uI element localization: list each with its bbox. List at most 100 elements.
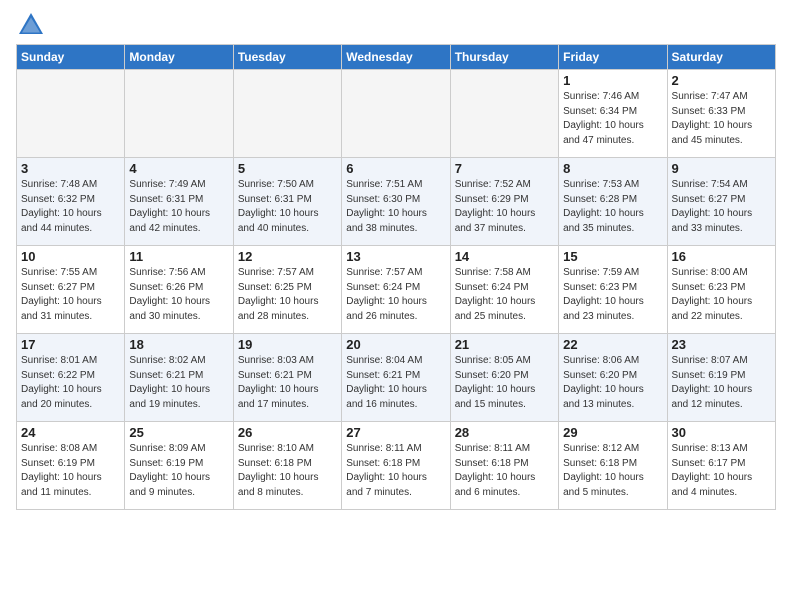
calendar-cell [125,70,233,158]
day-number: 6 [346,161,445,176]
calendar-cell: 7 Sunrise: 7:52 AM Sunset: 6:29 PM Daylig… [450,158,558,246]
calendar-cell: 6Sunrise: 7:51 AM Sunset: 6:30 PM Daylig… [342,158,450,246]
calendar-cell: 5 Sunrise: 7:50 AM Sunset: 6:31 PM Daylig… [233,158,341,246]
day-number: 5 [238,161,337,176]
day-number: 15 [563,249,662,264]
day-number: 24 [21,425,120,440]
calendar-week-row: 24 Sunrise: 8:08 AM Sunset: 6:19 PM Dayli… [17,422,776,510]
calendar-cell: 10Sunrise: 7:55 AM Sunset: 6:27 PM Dayli… [17,246,125,334]
day-number: 20 [346,337,445,352]
calendar-cell: 11 Sunrise: 7:56 AM Sunset: 6:26 PM Dayli… [125,246,233,334]
day-info: Sunrise: 7:48 AM Sunset: 6:32 PM Dayligh… [21,178,120,236]
day-number: 18 [129,337,228,352]
calendar-cell: 25Sunrise: 8:09 AM Sunset: 6:19 PM Dayli… [125,422,233,510]
day-info: Sunrise: 8:11 AM Sunset: 6:18 PM Dayligh… [346,442,445,500]
day-info: Sunrise: 8:08 AM Sunset: 6:19 PM Dayligh… [21,442,120,500]
day-number: 13 [346,249,445,264]
day-info: Sunrise: 8:13 AM Sunset: 6:17 PM Dayligh… [672,442,771,500]
day-number: 23 [672,337,771,352]
calendar-week-row: 3 Sunrise: 7:48 AM Sunset: 6:32 PM Daylig… [17,158,776,246]
calendar-cell: 18Sunrise: 8:02 AM Sunset: 6:21 PM Dayli… [125,334,233,422]
day-info: Sunrise: 8:06 AM Sunset: 6:20 PM Dayligh… [563,354,662,412]
day-info: Sunrise: 7:53 AM Sunset: 6:28 PM Dayligh… [563,178,662,236]
day-info: Sunrise: 7:47 AM Sunset: 6:33 PM Dayligh… [672,90,771,148]
day-info: Sunrise: 7:57 AM Sunset: 6:25 PM Dayligh… [238,266,337,324]
calendar-cell: 12 Sunrise: 7:57 AM Sunset: 6:25 PM Dayli… [233,246,341,334]
calendar-cell: 20 Sunrise: 8:04 AM Sunset: 6:21 PM Dayli… [342,334,450,422]
calendar-cell: 24 Sunrise: 8:08 AM Sunset: 6:19 PM Dayli… [17,422,125,510]
calendar-cell: 8 Sunrise: 7:53 AM Sunset: 6:28 PM Daylig… [559,158,667,246]
logo-icon [16,10,46,40]
page: SundayMondayTuesdayWednesdayThursdayFrid… [0,0,792,526]
calendar-body: 1 Sunrise: 7:46 AM Sunset: 6:34 PM Daylig… [17,70,776,510]
day-info: Sunrise: 7:52 AM Sunset: 6:29 PM Dayligh… [455,178,554,236]
day-info: Sunrise: 7:49 AM Sunset: 6:31 PM Dayligh… [129,178,228,236]
calendar-cell: 19Sunrise: 8:03 AM Sunset: 6:21 PM Dayli… [233,334,341,422]
calendar-cell: 15 Sunrise: 7:59 AM Sunset: 6:23 PM Dayli… [559,246,667,334]
calendar-cell [342,70,450,158]
day-info: Sunrise: 8:10 AM Sunset: 6:18 PM Dayligh… [238,442,337,500]
day-number: 4 [129,161,228,176]
calendar-cell: 4 Sunrise: 7:49 AM Sunset: 6:31 PM Daylig… [125,158,233,246]
day-number: 12 [238,249,337,264]
day-number: 29 [563,425,662,440]
day-info: Sunrise: 8:04 AM Sunset: 6:21 PM Dayligh… [346,354,445,412]
day-number: 26 [238,425,337,440]
day-number: 1 [563,73,662,88]
calendar-cell: 26 Sunrise: 8:10 AM Sunset: 6:18 PM Dayli… [233,422,341,510]
calendar-header-row: SundayMondayTuesdayWednesdayThursdayFrid… [17,45,776,70]
weekday-header: Monday [125,45,233,70]
calendar-cell: 22 Sunrise: 8:06 AM Sunset: 6:20 PM Dayli… [559,334,667,422]
calendar-cell: 23 Sunrise: 8:07 AM Sunset: 6:19 PM Dayli… [667,334,775,422]
day-number: 16 [672,249,771,264]
day-info: Sunrise: 8:03 AM Sunset: 6:21 PM Dayligh… [238,354,337,412]
calendar-cell: 13 Sunrise: 7:57 AM Sunset: 6:24 PM Dayli… [342,246,450,334]
day-number: 3 [21,161,120,176]
day-info: Sunrise: 7:58 AM Sunset: 6:24 PM Dayligh… [455,266,554,324]
day-number: 11 [129,249,228,264]
logo [16,10,50,40]
day-number: 17 [21,337,120,352]
calendar-cell: 1 Sunrise: 7:46 AM Sunset: 6:34 PM Daylig… [559,70,667,158]
calendar-cell: 9Sunrise: 7:54 AM Sunset: 6:27 PM Daylig… [667,158,775,246]
day-number: 14 [455,249,554,264]
header [16,10,776,40]
calendar-week-row: 17 Sunrise: 8:01 AM Sunset: 6:22 PM Dayli… [17,334,776,422]
day-number: 21 [455,337,554,352]
day-info: Sunrise: 7:59 AM Sunset: 6:23 PM Dayligh… [563,266,662,324]
calendar-cell: 28Sunrise: 8:11 AM Sunset: 6:18 PM Dayli… [450,422,558,510]
calendar-cell: 27 Sunrise: 8:11 AM Sunset: 6:18 PM Dayli… [342,422,450,510]
day-info: Sunrise: 7:50 AM Sunset: 6:31 PM Dayligh… [238,178,337,236]
calendar-cell: 3 Sunrise: 7:48 AM Sunset: 6:32 PM Daylig… [17,158,125,246]
calendar-week-row: 10Sunrise: 7:55 AM Sunset: 6:27 PM Dayli… [17,246,776,334]
calendar: SundayMondayTuesdayWednesdayThursdayFrid… [16,44,776,510]
day-info: Sunrise: 7:54 AM Sunset: 6:27 PM Dayligh… [672,178,771,236]
day-info: Sunrise: 8:07 AM Sunset: 6:19 PM Dayligh… [672,354,771,412]
calendar-cell [233,70,341,158]
day-info: Sunrise: 8:00 AM Sunset: 6:23 PM Dayligh… [672,266,771,324]
day-info: Sunrise: 8:05 AM Sunset: 6:20 PM Dayligh… [455,354,554,412]
day-info: Sunrise: 7:46 AM Sunset: 6:34 PM Dayligh… [563,90,662,148]
day-info: Sunrise: 8:09 AM Sunset: 6:19 PM Dayligh… [129,442,228,500]
calendar-week-row: 1 Sunrise: 7:46 AM Sunset: 6:34 PM Daylig… [17,70,776,158]
day-number: 27 [346,425,445,440]
weekday-header: Tuesday [233,45,341,70]
day-number: 8 [563,161,662,176]
day-info: Sunrise: 7:56 AM Sunset: 6:26 PM Dayligh… [129,266,228,324]
weekday-header: Thursday [450,45,558,70]
day-info: Sunrise: 7:57 AM Sunset: 6:24 PM Dayligh… [346,266,445,324]
calendar-cell: 16 Sunrise: 8:00 AM Sunset: 6:23 PM Dayli… [667,246,775,334]
day-info: Sunrise: 8:11 AM Sunset: 6:18 PM Dayligh… [455,442,554,500]
day-info: Sunrise: 8:01 AM Sunset: 6:22 PM Dayligh… [21,354,120,412]
calendar-cell: 17 Sunrise: 8:01 AM Sunset: 6:22 PM Dayli… [17,334,125,422]
day-number: 2 [672,73,771,88]
calendar-cell: 21 Sunrise: 8:05 AM Sunset: 6:20 PM Dayli… [450,334,558,422]
calendar-cell [17,70,125,158]
day-info: Sunrise: 7:55 AM Sunset: 6:27 PM Dayligh… [21,266,120,324]
calendar-cell: 2 Sunrise: 7:47 AM Sunset: 6:33 PM Daylig… [667,70,775,158]
calendar-cell [450,70,558,158]
calendar-cell: 29Sunrise: 8:12 AM Sunset: 6:18 PM Dayli… [559,422,667,510]
day-number: 7 [455,161,554,176]
day-number: 22 [563,337,662,352]
calendar-cell: 14 Sunrise: 7:58 AM Sunset: 6:24 PM Dayli… [450,246,558,334]
